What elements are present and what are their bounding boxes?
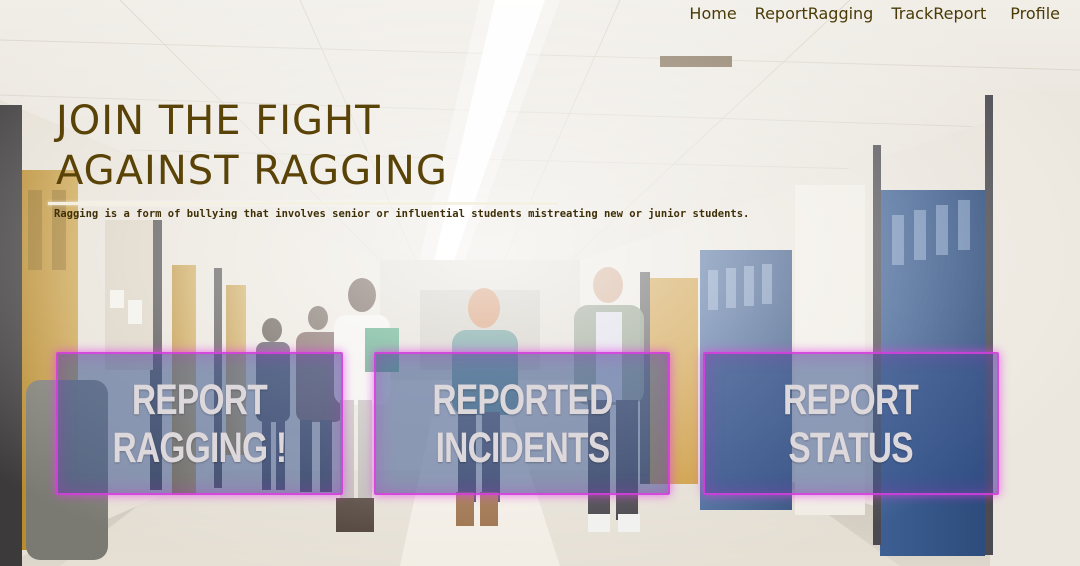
reported-incidents-card-label: REPORTED INCIDENTS (431, 375, 613, 472)
report-ragging-card[interactable]: REPORT RAGGING ! (56, 352, 343, 495)
nav-track-report-link[interactable]: TrackReport (891, 4, 986, 23)
report-status-card-label: REPORT STATUS (783, 375, 919, 472)
nav-profile-link[interactable]: Profile (1010, 4, 1060, 23)
report-ragging-card-label: REPORT RAGGING ! (112, 375, 287, 472)
hero-divider (48, 202, 558, 205)
hero-title: JOIN THE FIGHT AGAINST RAGGING (56, 98, 448, 194)
top-nav: Home ReportRagging TrackReport Profile (689, 4, 1060, 23)
nav-report-ragging-link[interactable]: ReportRagging (755, 4, 874, 23)
hero-subtitle: Ragging is a form of bullying that invol… (54, 208, 750, 220)
nav-home-link[interactable]: Home (689, 4, 736, 23)
reported-incidents-card[interactable]: REPORTED INCIDENTS (374, 352, 670, 495)
report-status-card[interactable]: REPORT STATUS (703, 352, 999, 495)
